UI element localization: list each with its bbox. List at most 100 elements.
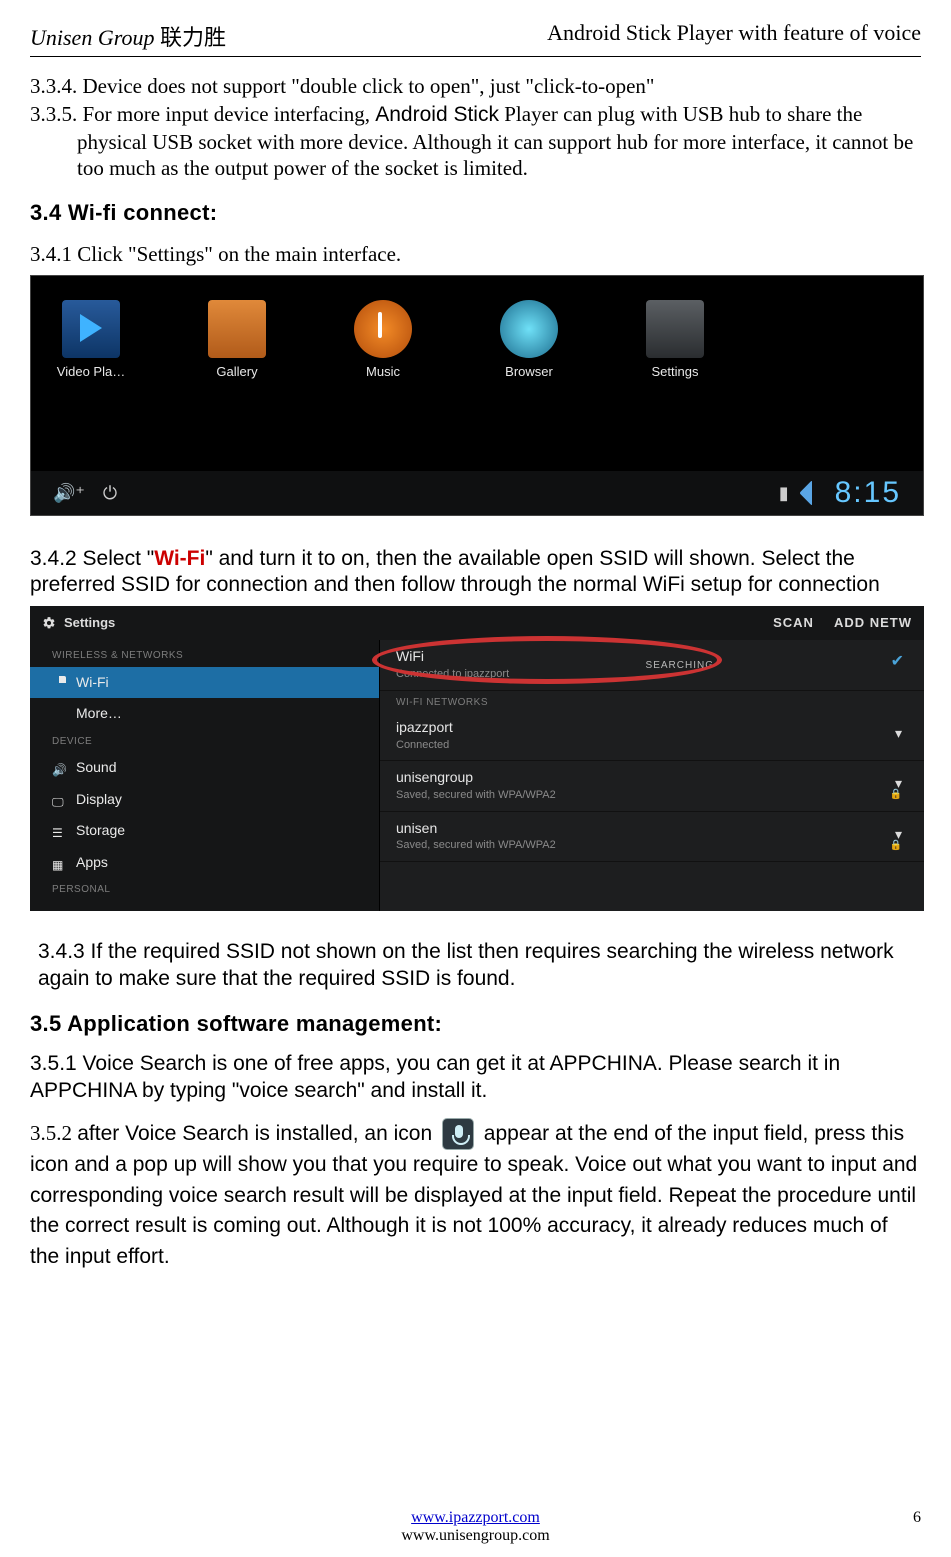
launcher-item-music[interactable]: Music xyxy=(337,300,429,380)
settings-sidebar: WIRELESS & NETWORKS Wi-Fi More… DEVICE S… xyxy=(30,640,380,911)
sidebar-label: Apps xyxy=(76,854,108,872)
sidebar-item-wifi[interactable]: Wi-Fi xyxy=(30,667,379,699)
settings-title: Settings xyxy=(64,615,115,631)
signal-icon: ▮ xyxy=(779,482,789,505)
sidebar-item-more[interactable]: More… xyxy=(30,698,379,730)
launcher-item-browser[interactable]: Browser xyxy=(483,300,575,380)
p-3-5-2: 3.5.2 after Voice Search is installed, a… xyxy=(30,1118,921,1272)
sync-icon xyxy=(52,910,66,912)
p342-red: Wi-Fi xyxy=(154,547,205,570)
p342-pre: 3.4.2 Select " xyxy=(30,547,154,570)
item-3-3-5: 3.3.5. For more input device interfacing… xyxy=(30,101,921,181)
add-network-button[interactable]: ADD NETW xyxy=(834,615,912,631)
cat-wifi-networks: WI-FI NETWORKS xyxy=(380,691,924,712)
section-3-5-title: 3.5 Application software management: xyxy=(30,1010,921,1038)
launcher-row: Video Pla… Gallery Music Browser Setting… xyxy=(31,276,923,380)
music-icon xyxy=(354,300,412,358)
net-title: ipazzport xyxy=(396,719,904,737)
footer-link-2: www.unisengroup.com xyxy=(401,1527,549,1544)
status-bar-left: 🔊⁺ ⏻ xyxy=(53,482,117,505)
page-header: Unisen Group 联力胜 Android Stick Player wi… xyxy=(30,20,921,57)
launcher-item-gallery[interactable]: Gallery xyxy=(191,300,283,380)
page-number: 6 xyxy=(913,1509,921,1527)
status-bar: 🔊⁺ ⏻ ▮ 8:15 xyxy=(31,471,923,515)
net-sub: Connected xyxy=(396,739,904,753)
i335-pre: 3.3.5. For more input device interfacing… xyxy=(30,102,375,126)
clock: 8:15 xyxy=(835,474,901,512)
wifi-icon xyxy=(799,480,824,505)
signal-icon: ▾ xyxy=(895,725,902,743)
sidebar-item-accounts-sync[interactable]: Accounts & sync xyxy=(30,901,379,912)
power-icon[interactable]: ⏻ xyxy=(103,482,117,505)
searching-label: SEARCHING xyxy=(646,660,714,673)
volume-icon[interactable]: 🔊⁺ xyxy=(53,482,85,505)
p352-a: after Voice Search is installed, an icon xyxy=(77,1122,438,1145)
launcher-label: Music xyxy=(337,364,429,380)
sidebar-label: Wi-Fi xyxy=(76,674,109,692)
launcher-label: Gallery xyxy=(191,364,283,380)
launcher-label: Browser xyxy=(483,364,575,380)
check-icon: ✔ xyxy=(891,652,904,672)
net-title: unisen xyxy=(396,820,904,838)
page-footer: www.ipazzport.com www.unisengroup.com 6 xyxy=(30,1509,921,1545)
actionbar-left: Settings xyxy=(42,615,115,631)
sidebar-item-display[interactable]: Display xyxy=(30,784,379,816)
p-3-4-3: 3.4.3 If the required SSID not shown on … xyxy=(38,939,921,992)
network-row-ipazzport[interactable]: ipazzport Connected ▾ xyxy=(380,711,924,761)
sidebar-item-storage[interactable]: Storage xyxy=(30,815,379,847)
p-3-4-1: 3.4.1 Click "Settings" on the main inter… xyxy=(30,241,921,267)
screenshot-settings: Settings SCAN ADD NETW WIRELESS & NETWOR… xyxy=(30,606,924,911)
sidebar-item-sound[interactable]: Sound xyxy=(30,752,379,784)
launcher-label: Video Pla… xyxy=(45,364,137,380)
browser-icon xyxy=(500,300,558,358)
p-3-4-2: 3.4.2 Select "Wi-Fi" and turn it to on, … xyxy=(30,546,921,599)
body: 3.3.4. Device does not support "double c… xyxy=(30,73,921,1272)
item-3-3-4: 3.3.4. Device does not support "double c… xyxy=(30,73,921,99)
sidebar-label: Storage xyxy=(76,822,125,840)
header-brand-cjk: 联力胜 xyxy=(160,25,226,50)
wifi-icon xyxy=(52,676,66,690)
cat-wireless: WIRELESS & NETWORKS xyxy=(30,644,379,667)
settings-body: WIRELESS & NETWORKS Wi-Fi More… DEVICE S… xyxy=(30,640,924,911)
net-sub: Saved, secured with WPA/WPA2 xyxy=(396,789,904,803)
footer-center: www.ipazzport.com www.unisengroup.com xyxy=(30,1509,921,1545)
cat-device: DEVICE xyxy=(30,730,379,753)
scan-button[interactable]: SCAN xyxy=(773,615,814,631)
header-right: Android Stick Player with feature of voi… xyxy=(547,20,921,52)
sidebar-label: Display xyxy=(76,791,122,809)
microphone-icon xyxy=(442,1118,474,1150)
more-icon xyxy=(52,707,66,721)
storage-icon xyxy=(52,824,66,838)
sidebar-label: Accounts & sync xyxy=(76,908,180,912)
status-bar-right: ▮ 8:15 xyxy=(779,474,901,512)
screenshot-launcher: Video Pla… Gallery Music Browser Setting… xyxy=(30,275,924,516)
i335-sans: Android Stick xyxy=(375,103,499,126)
actionbar-right: SCAN ADD NETW xyxy=(773,615,912,631)
footer-link-1[interactable]: www.ipazzport.com xyxy=(411,1509,540,1526)
net-title: unisengroup xyxy=(396,769,904,787)
sidebar-label: Sound xyxy=(76,759,116,777)
settings-icon xyxy=(646,300,704,358)
header-brand-italic: Unisen Group xyxy=(30,25,154,50)
gear-icon xyxy=(42,616,56,630)
network-row-unisen[interactable]: unisen Saved, secured with WPA/WPA2 ▾ 🔒 xyxy=(380,812,924,862)
sidebar-label: More… xyxy=(76,705,122,723)
launcher-item-settings[interactable]: Settings xyxy=(629,300,721,380)
lock-icon: 🔒 xyxy=(890,840,902,853)
apps-icon xyxy=(52,856,66,870)
settings-main: WiFi Connected to ipazzport ✔ WI-FI NETW… xyxy=(380,640,924,911)
p-3-5-1: 3.5.1 Voice Search is one of free apps, … xyxy=(30,1051,921,1104)
sound-icon xyxy=(52,761,66,775)
settings-actionbar: Settings SCAN ADD NETW xyxy=(30,606,924,640)
display-icon xyxy=(52,793,66,807)
network-row-unisengroup[interactable]: unisengroup Saved, secured with WPA/WPA2… xyxy=(380,761,924,811)
cat-personal: PERSONAL xyxy=(30,878,379,901)
gallery-icon xyxy=(208,300,266,358)
p352-num: 3.5.2 xyxy=(30,1121,77,1145)
video-icon xyxy=(62,300,120,358)
lock-icon: 🔒 xyxy=(890,789,902,802)
launcher-label: Settings xyxy=(629,364,721,380)
sidebar-item-apps[interactable]: Apps xyxy=(30,847,379,879)
net-sub: Saved, secured with WPA/WPA2 xyxy=(396,839,904,853)
launcher-item-video[interactable]: Video Pla… xyxy=(45,300,137,380)
